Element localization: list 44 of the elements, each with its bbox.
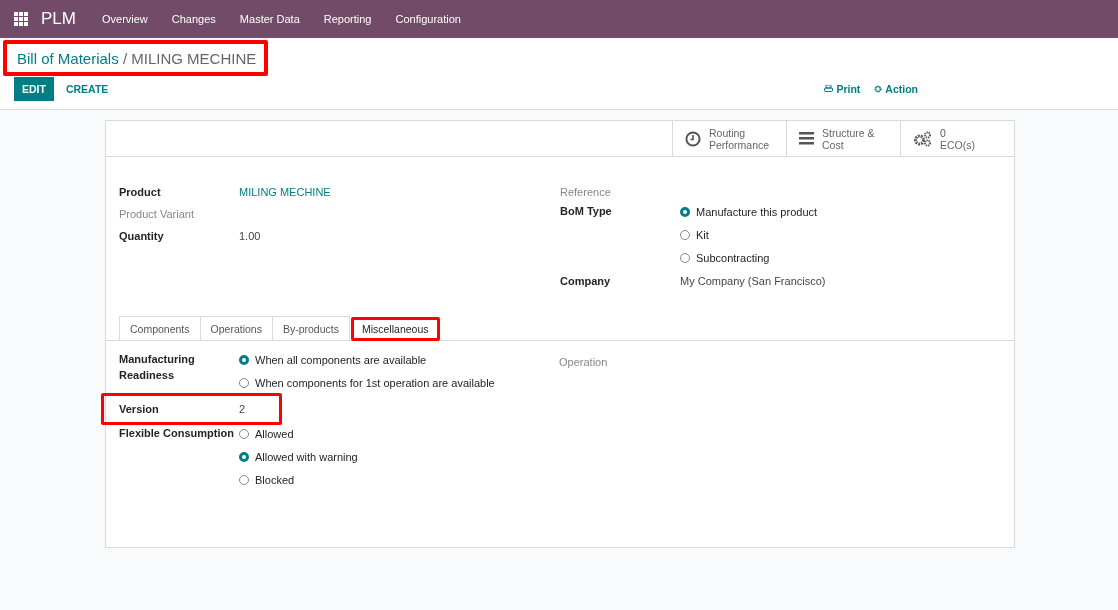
field-value: 2 (239, 403, 246, 415)
radio-option[interactable]: Manufacture this product (680, 204, 818, 220)
print-button[interactable]: Print (824, 83, 861, 95)
field-label: Product (119, 185, 162, 200)
field-label: Product Variant (119, 207, 195, 222)
field-value: My Company (San Francisco) (680, 275, 826, 287)
clock-icon (685, 130, 701, 147)
field-label: Company (560, 274, 612, 289)
breadcrumb-separator: / (122, 50, 128, 67)
tab[interactable]: Miscellaneous (350, 317, 440, 341)
create-button[interactable]: CREATE (53, 77, 121, 101)
breadcrumb-current: MILING MECHINE (131, 50, 257, 67)
action-button[interactable]: Action (874, 83, 918, 95)
field-label: BoM Type (560, 204, 613, 219)
tab[interactable]: Components (119, 316, 201, 340)
field-label: Version (119, 402, 160, 417)
product-link[interactable]: MILING MECHINE (239, 186, 331, 198)
breadcrumb-link[interactable]: Bill of Materials (17, 50, 119, 67)
radio-option[interactable]: Allowed (239, 426, 358, 442)
printer-icon (824, 85, 834, 93)
radio-option[interactable]: Subcontracting (680, 250, 818, 266)
field-label: Operation (559, 355, 609, 370)
field-label: Flexible Consumption (119, 426, 235, 441)
gears-icon (913, 130, 932, 147)
tab[interactable]: By-products (271, 316, 350, 340)
list-icon (799, 132, 814, 145)
field-value: 1.00 (239, 230, 261, 242)
menu-item[interactable]: Master Data (239, 13, 300, 25)
app-grid-icon[interactable] (14, 12, 28, 26)
radio-option[interactable]: When components for 1st operation are available (239, 375, 495, 391)
radio-option[interactable]: Allowed with warning (239, 449, 358, 465)
radio-option[interactable]: When all components are available (239, 352, 495, 368)
radio-option[interactable]: Blocked (239, 472, 358, 488)
field-label: Reference (560, 185, 612, 200)
field-label: Manufacturing Readiness (119, 352, 196, 383)
gear-icon (874, 85, 883, 93)
radio-option[interactable]: Kit (680, 227, 818, 243)
menu-item[interactable]: Overview (101, 13, 148, 25)
field-label: Quantity (119, 229, 165, 244)
menu-item[interactable]: Reporting (323, 13, 372, 25)
menu-item[interactable]: Changes (171, 13, 216, 25)
app-name[interactable]: PLM (41, 9, 76, 29)
menu-item[interactable]: Configuration (395, 13, 461, 25)
edit-button[interactable]: EDIT (14, 77, 54, 101)
